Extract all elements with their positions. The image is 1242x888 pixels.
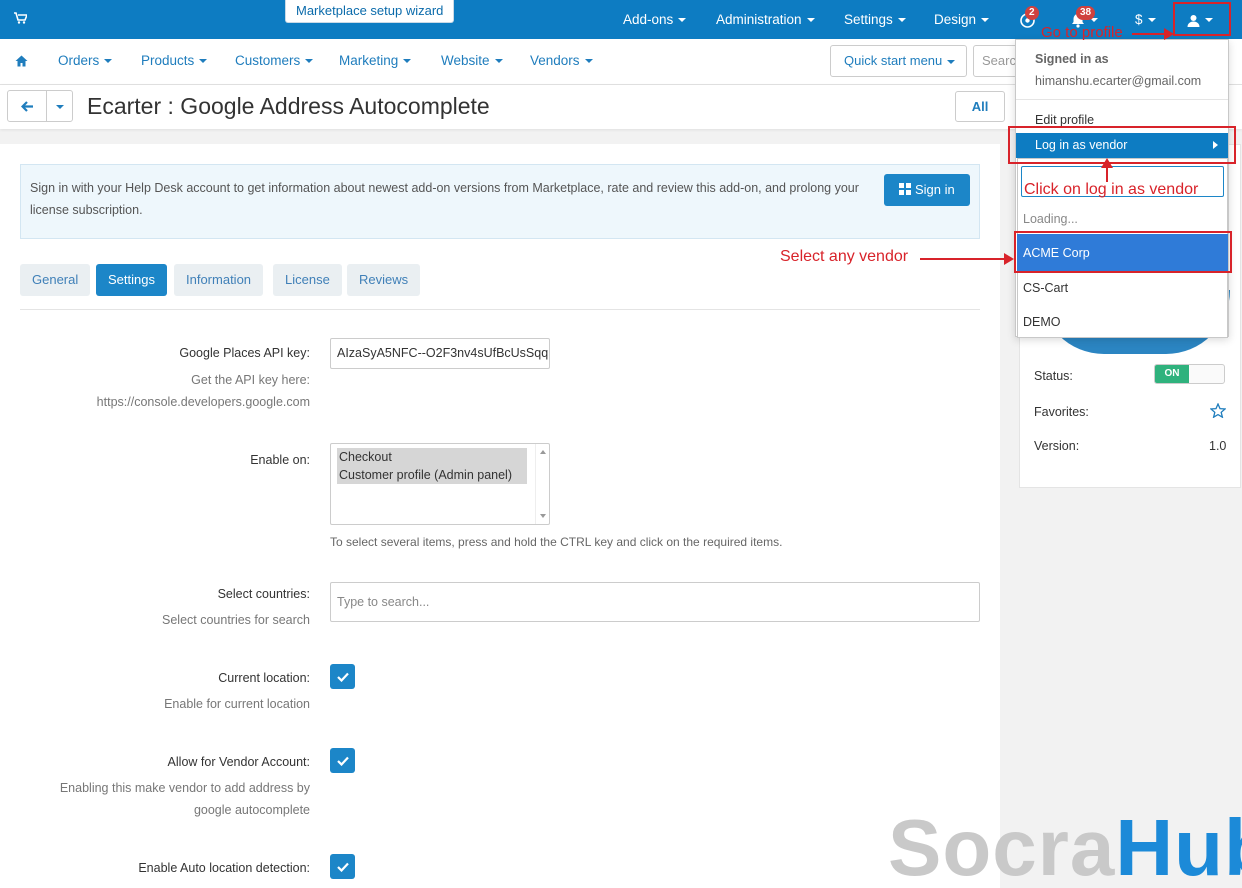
back-dropdown-button[interactable]: [46, 90, 73, 122]
star-icon[interactable]: [1209, 402, 1227, 421]
menu-administration[interactable]: Administration: [716, 0, 815, 39]
help-badge: 2: [1025, 6, 1039, 20]
arrow-left-icon: [20, 101, 33, 112]
annotation-select-vendor: Select any vendor: [780, 248, 909, 265]
vendor-account-hint: Enabling this make vendor to add address…: [59, 781, 310, 817]
arrow-right-icon: [1164, 28, 1174, 40]
option-customer-profile[interactable]: Customer profile (Admin panel): [337, 466, 527, 484]
arrow-up-icon: [1101, 158, 1113, 168]
back-button[interactable]: [7, 90, 47, 122]
check-icon: [336, 862, 349, 873]
watermark-logo: SocraHub: [888, 803, 1242, 888]
status-label: Status:: [1034, 369, 1073, 383]
listbox-scrollbar[interactable]: [535, 444, 549, 524]
nav-website[interactable]: Website: [441, 39, 503, 83]
all-button[interactable]: All: [955, 91, 1005, 122]
menu-addons[interactable]: Add-ons: [623, 0, 687, 39]
signin-button[interactable]: Sign in: [884, 174, 970, 206]
nav-orders[interactable]: Orders: [58, 39, 113, 83]
arrow-right-icon: [1004, 253, 1014, 265]
loading-text: Loading...: [1023, 212, 1078, 226]
current-location-label: Current location:: [218, 671, 310, 685]
enable-on-hint: To select several items, press and hold …: [330, 535, 783, 549]
notifications-badge: 38: [1076, 6, 1096, 20]
home-icon[interactable]: [15, 39, 28, 83]
api-key-input[interactable]: AIzaSyA5NFC--O2F3nv4sUfBcUsSqq: [330, 338, 550, 369]
version-value: 1.0: [1209, 439, 1227, 453]
current-location-hint: Enable for current location: [164, 697, 310, 711]
api-key-hint: Get the API key here: https://console.de…: [96, 373, 310, 409]
current-location-checkbox[interactable]: [330, 664, 355, 689]
menu-design[interactable]: Design: [934, 0, 990, 39]
tab-settings[interactable]: Settings: [96, 264, 167, 296]
option-checkout[interactable]: Checkout: [337, 448, 527, 466]
annotation-click-login-vendor: Click on log in as vendor: [1024, 181, 1199, 198]
status-toggle[interactable]: ON: [1154, 364, 1225, 384]
check-icon: [336, 672, 349, 683]
nav-marketing[interactable]: Marketing: [339, 39, 412, 83]
menu-settings[interactable]: Settings: [844, 0, 906, 39]
tab-general[interactable]: General: [20, 264, 91, 296]
edit-profile-link[interactable]: Edit profile: [1035, 113, 1094, 127]
tab-reviews[interactable]: Reviews: [347, 264, 421, 296]
annotation-go-to-profile: Go to profile: [1041, 24, 1123, 41]
vendor-account-checkbox[interactable]: [330, 748, 355, 773]
enable-on-label: Enable on:: [250, 453, 310, 467]
divider: [20, 309, 980, 310]
status-toggle-on: ON: [1155, 365, 1189, 383]
user-email: himanshu.ecarter@gmail.com: [1035, 74, 1202, 88]
version-label: Version:: [1034, 439, 1080, 453]
nav-customers[interactable]: Customers: [235, 39, 314, 83]
helpdesk-text: Sign in with your Help Desk account to g…: [30, 181, 859, 217]
cart-icon[interactable]: [14, 12, 29, 27]
nav-vendors[interactable]: Vendors: [530, 39, 593, 83]
api-key-label: Google Places API key:: [179, 346, 310, 360]
check-icon: [336, 756, 349, 767]
grid-icon: [899, 183, 912, 195]
enable-on-select[interactable]: Checkout Customer profile (Admin panel): [330, 443, 550, 525]
nav-products[interactable]: Products: [141, 39, 208, 83]
quick-start-menu-button[interactable]: Quick start menu: [830, 45, 967, 77]
vendor-account-label: Allow for Vendor Account:: [167, 755, 310, 769]
annotation-box-vendor: [1014, 231, 1232, 273]
annotation-box-profile: [1173, 2, 1231, 36]
signed-in-as-label: Signed in as: [1035, 52, 1109, 66]
vendor-option-cs-cart[interactable]: CS-Cart: [1023, 281, 1068, 295]
page-title: Ecarter : Google Address Autocomplete: [87, 93, 490, 119]
countries-label: Select countries:: [217, 587, 310, 601]
annotation-box-login-vendor: [1008, 126, 1236, 164]
marketplace-wizard-button[interactable]: Marketplace setup wizard: [285, 0, 455, 23]
tab-license[interactable]: License: [273, 264, 342, 296]
auto-location-label: Enable Auto location detection:: [138, 861, 310, 875]
countries-search-input[interactable]: Type to search...: [330, 582, 980, 622]
auto-location-checkbox[interactable]: [330, 854, 355, 879]
dropdown-divider: [1016, 99, 1228, 100]
tab-information[interactable]: Information: [174, 264, 264, 296]
vendor-option-demo[interactable]: DEMO: [1023, 315, 1061, 329]
countries-hint: Select countries for search: [162, 613, 310, 627]
annotation-arrow-vendor: [920, 258, 1008, 260]
helpdesk-notice: Sign in with your Help Desk account to g…: [20, 164, 980, 239]
annotation-arrow-login: [1106, 166, 1108, 182]
favorites-label: Favorites:: [1034, 405, 1089, 419]
